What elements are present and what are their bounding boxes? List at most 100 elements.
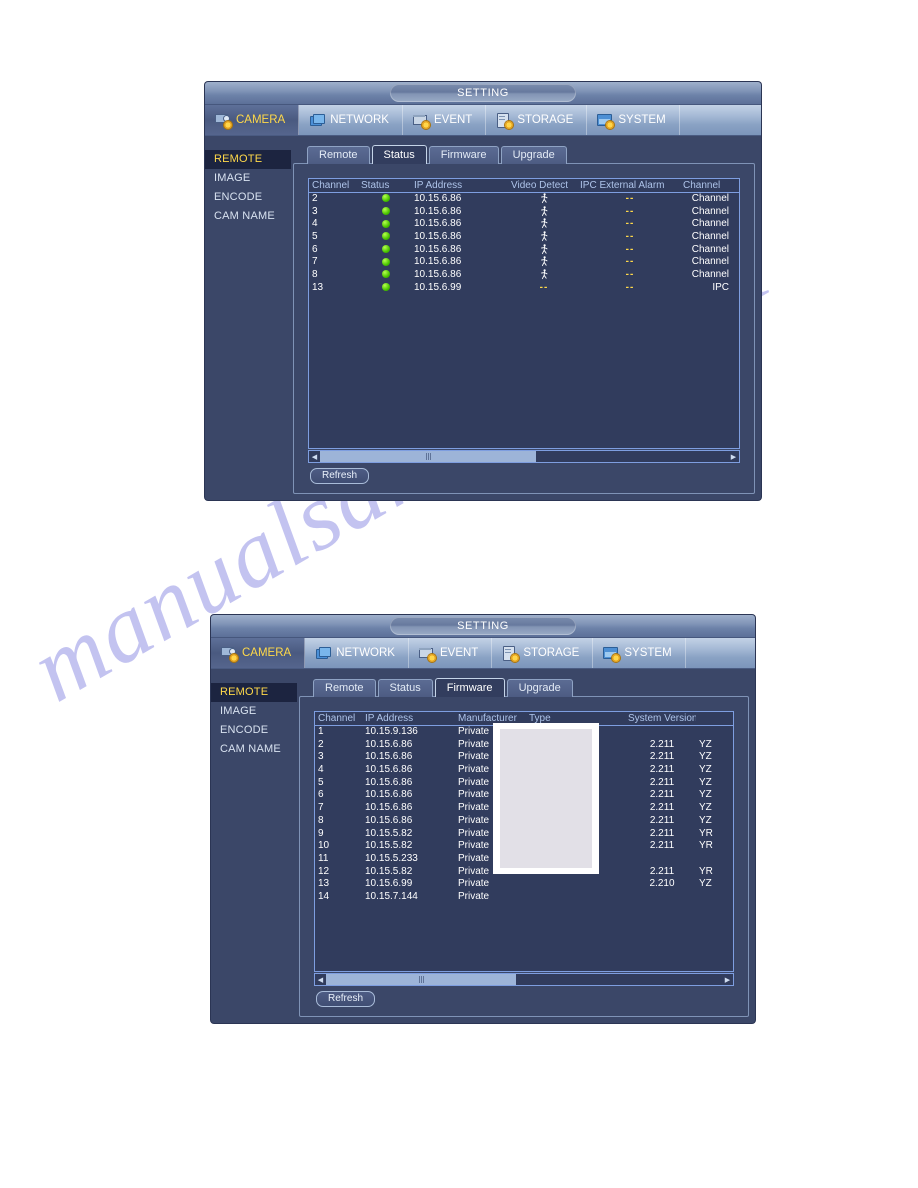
table-row[interactable]: 14 10.15.7.144 Private	[315, 891, 733, 904]
top-menu-bar: CAMERA NETWORK EVENT STORAGE SYSTEM	[205, 105, 761, 136]
menu-item-network-2[interactable]: NETWORK	[305, 638, 409, 668]
hscroll-track-2[interactable]	[326, 974, 722, 985]
menu-item-event[interactable]: EVENT	[403, 105, 487, 135]
status-led-icon	[382, 283, 390, 292]
table-row[interactable]: 4 10.15.6.86 -- Channel	[309, 218, 739, 231]
menu-item-system-2[interactable]: SYSTEM	[593, 638, 686, 668]
ipc-alarm-cell: --	[577, 218, 680, 231]
extra-cell: YZ	[699, 738, 712, 750]
menu-item-system-label-2: SYSTEM	[624, 647, 672, 659]
extra-cell	[696, 726, 727, 739]
dash-indicator: --	[625, 256, 635, 268]
tab-firmware-2[interactable]: Firmware	[434, 678, 505, 697]
system-version-cell: 2.211	[649, 802, 675, 814]
sidebar-item-remote[interactable]: REMOTE	[205, 150, 291, 169]
network-icon	[309, 113, 326, 127]
top-menu-filler	[680, 105, 761, 135]
table-row[interactable]: 2 10.15.6.86 -- Channel	[309, 193, 739, 206]
menu-item-camera-2[interactable]: CAMERA	[211, 638, 306, 668]
sidebar-2: REMOTE IMAGE ENCODE CAM NAME	[211, 669, 297, 1023]
system-version-cell: 2.211	[649, 865, 675, 877]
ip-cell: 10.15.6.86	[365, 814, 413, 826]
channel-cell: 6	[312, 243, 318, 255]
channel-cell: 7	[312, 256, 318, 268]
channel-cell: 5	[318, 776, 324, 788]
top-menu-filler-2	[686, 638, 755, 668]
status-led-icon	[382, 245, 390, 254]
tab-remote-2[interactable]: Remote	[313, 679, 376, 697]
menu-item-event-2[interactable]: EVENT	[409, 638, 493, 668]
ip-cell: 10.15.6.99	[414, 281, 462, 293]
table-row[interactable]: 6 10.15.6.86 -- Channel	[309, 244, 739, 257]
ip-cell: 10.15.6.86	[365, 738, 413, 750]
hscroll-track[interactable]	[320, 451, 728, 462]
table-row[interactable]: 8 10.15.6.86 -- Channel	[309, 269, 739, 282]
menu-item-storage-2[interactable]: STORAGE	[492, 638, 594, 668]
tab-status[interactable]: Status	[371, 145, 427, 164]
sidebar-item-image[interactable]: IMAGE	[205, 169, 291, 188]
sidebar-item-encode[interactable]: ENCODE	[205, 188, 291, 207]
channel-cell: 2	[312, 193, 318, 204]
extra-cell: YZ	[699, 789, 712, 801]
status-cell	[358, 218, 411, 231]
refresh-button-2[interactable]: Refresh	[316, 991, 376, 1007]
tab-upgrade-2[interactable]: Upgrade	[506, 679, 573, 697]
scroll-left-icon[interactable]: ◀	[309, 451, 320, 462]
menu-item-storage-label-2: STORAGE	[523, 647, 580, 659]
status-table-hscrollbar[interactable]: ◀ ▶	[308, 450, 740, 463]
content-area-2: Remote Status Firmware Upgrade Channel I…	[299, 678, 749, 1017]
ip-cell: 10.15.7.144	[365, 890, 418, 902]
tab-firmware[interactable]: Firmware	[428, 146, 499, 164]
scroll-right-icon[interactable]: ▶	[722, 974, 733, 985]
table-row[interactable]: 13 10.15.6.99 -- -- IPC	[309, 282, 739, 295]
sidebar-item-remote-2[interactable]: REMOTE	[211, 683, 297, 702]
tab-upgrade[interactable]: Upgrade	[500, 146, 567, 164]
menu-item-event-label-2: EVENT	[439, 647, 479, 659]
menu-item-storage[interactable]: STORAGE	[486, 105, 588, 135]
ip-cell: 10.15.6.99	[365, 878, 413, 890]
content-area: Remote Status Firmware Upgrade Channel S…	[293, 145, 755, 494]
menu-item-event-label: EVENT	[433, 114, 473, 126]
status-cell	[358, 206, 411, 219]
refresh-button[interactable]: Refresh	[310, 468, 370, 484]
status-led-icon	[382, 257, 390, 266]
dash-indicator: --	[539, 281, 549, 293]
menu-item-system[interactable]: SYSTEM	[587, 105, 680, 135]
th-ip-address-2: IP Address	[365, 713, 414, 724]
firmware-table-hscrollbar[interactable]: ◀ ▶	[314, 973, 734, 986]
table-row[interactable]: 7 10.15.6.86 -- Channel	[309, 256, 739, 269]
hscroll-thumb-2[interactable]	[326, 974, 517, 985]
channel-name-cell: Channel	[691, 243, 729, 255]
th-channel-2: Channel	[318, 713, 356, 724]
system-icon	[597, 113, 615, 129]
scroll-right-icon[interactable]: ▶	[728, 451, 739, 462]
system-icon	[603, 646, 621, 662]
th-video-detect: Video Detect	[511, 180, 569, 191]
table-row[interactable]: 13 10.15.6.99 Private 2.210 YZ	[315, 878, 733, 891]
event-icon	[412, 113, 430, 129]
sidebar-item-image-2[interactable]: IMAGE	[211, 702, 297, 721]
ipc-alarm-cell: --	[577, 244, 680, 257]
channel-cell: 8	[312, 269, 318, 281]
title-bar-2: SETTING	[211, 615, 755, 638]
system-version-cell	[625, 853, 696, 866]
ip-cell: 10.15.9.136	[365, 726, 418, 737]
channel-name-cell: Channel	[691, 231, 729, 243]
scroll-left-icon[interactable]: ◀	[315, 974, 326, 985]
tab-panel-status: Channel Status IP Address Video Detect I…	[293, 163, 755, 494]
menu-item-camera[interactable]: CAMERA	[205, 105, 300, 135]
status-led-icon	[382, 194, 390, 203]
hscroll-thumb[interactable]	[320, 451, 537, 462]
ipc-alarm-cell: --	[577, 269, 680, 282]
th-channel-name: Channel	[683, 180, 721, 191]
table-row[interactable]: 5 10.15.6.86 -- Channel	[309, 231, 739, 244]
menu-item-network[interactable]: NETWORK	[299, 105, 403, 135]
channel-cell: 14	[318, 890, 330, 902]
tab-remote[interactable]: Remote	[307, 146, 370, 164]
system-version-cell: 2.211	[649, 827, 675, 839]
sidebar-item-cam-name[interactable]: CAM NAME	[205, 207, 291, 226]
tab-status-2[interactable]: Status	[377, 679, 433, 697]
sidebar-item-encode-2[interactable]: ENCODE	[211, 721, 297, 740]
sidebar-item-cam-name-2[interactable]: CAM NAME	[211, 740, 297, 759]
table-row[interactable]: 3 10.15.6.86 -- Channel	[309, 206, 739, 219]
